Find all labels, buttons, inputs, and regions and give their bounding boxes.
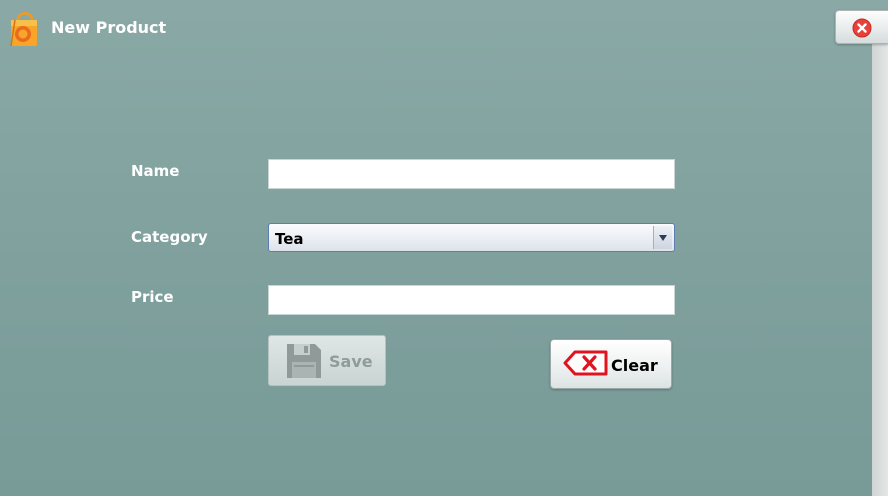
save-label: Save bbox=[329, 352, 373, 371]
window-title: New Product bbox=[51, 18, 167, 37]
backspace-clear-icon bbox=[563, 350, 609, 376]
shopping-bag-icon bbox=[8, 8, 42, 48]
clear-button[interactable]: Clear bbox=[550, 339, 672, 389]
clear-label: Clear bbox=[611, 356, 658, 375]
floppy-disk-icon bbox=[285, 342, 323, 380]
title-bar: New Product bbox=[0, 0, 888, 56]
close-button[interactable] bbox=[835, 10, 888, 44]
new-product-window: New Product Name Category Tea Price Save… bbox=[0, 0, 888, 496]
name-label: Name bbox=[131, 162, 180, 180]
window-edge bbox=[872, 44, 888, 496]
category-selected-value: Tea bbox=[275, 230, 304, 248]
save-button[interactable]: Save bbox=[268, 335, 386, 386]
category-label: Category bbox=[131, 228, 208, 246]
price-label: Price bbox=[131, 288, 174, 306]
category-select[interactable]: Tea bbox=[268, 223, 675, 252]
close-icon bbox=[852, 18, 872, 38]
chevron-down-icon[interactable] bbox=[653, 226, 672, 249]
price-field[interactable] bbox=[268, 285, 675, 315]
name-field[interactable] bbox=[268, 159, 675, 189]
